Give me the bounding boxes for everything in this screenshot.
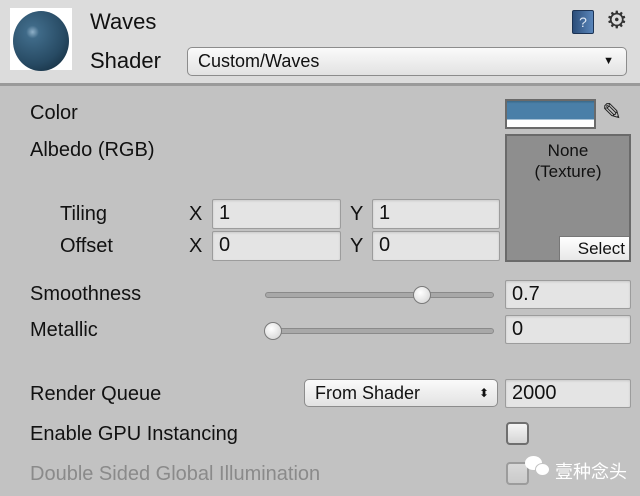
texture-type: (Texture)	[534, 162, 602, 181]
updown-arrows-icon: ⬍	[478, 386, 489, 400]
render-queue-input[interactable]: 2000	[505, 379, 631, 408]
metallic-slider-track[interactable]	[265, 328, 494, 334]
shader-value: Custom/Waves	[198, 51, 320, 71]
chevron-down-icon: ▼	[603, 55, 614, 67]
shader-dropdown[interactable]: Custom/Waves ▼	[187, 47, 627, 76]
offset-x-label: X	[189, 235, 203, 257]
help-book-icon[interactable]: ?	[572, 10, 594, 34]
gpu-instancing-label: Enable GPU Instancing	[30, 423, 238, 445]
tiling-y-input[interactable]: 1	[372, 199, 500, 229]
texture-none: None	[547, 141, 589, 160]
offset-y-label: Y	[350, 235, 364, 257]
albedo-texture-slot[interactable]: None (Texture) Select	[505, 134, 631, 262]
color-swatch[interactable]	[505, 99, 596, 129]
tiling-y-label: Y	[350, 203, 364, 225]
metallic-input[interactable]: 0	[505, 315, 631, 344]
wechat-icon	[525, 456, 551, 478]
double-sided-gi-label: Double Sided Global Illumination	[30, 463, 321, 485]
material-name: Waves	[90, 9, 157, 34]
offset-label: Offset	[60, 235, 113, 257]
material-preview-sphere	[10, 8, 72, 71]
texture-select-button[interactable]: Select	[559, 236, 629, 260]
tiling-label: Tiling	[60, 203, 108, 225]
render-queue-label: Render Queue	[30, 383, 162, 405]
shader-label: Shader	[90, 48, 161, 73]
metallic-slider-thumb[interactable]	[264, 322, 282, 340]
gear-icon[interactable]: ⚙	[606, 6, 628, 35]
albedo-label: Albedo (RGB)	[30, 139, 155, 161]
color-label: Color	[30, 102, 78, 124]
metallic-label: Metallic	[30, 319, 98, 341]
tiling-x-label: X	[189, 203, 203, 225]
smoothness-input[interactable]: 0.7	[505, 280, 631, 309]
render-queue-mode: From Shader	[315, 383, 421, 403]
smoothness-label: Smoothness	[30, 283, 142, 305]
tiling-x-input[interactable]: 1	[212, 199, 341, 229]
offset-x-input[interactable]: 0	[212, 231, 341, 261]
watermark-text: 壹种念头	[555, 462, 627, 483]
smoothness-slider-track[interactable]	[265, 292, 494, 298]
render-queue-dropdown[interactable]: From Shader ⬍	[304, 379, 498, 407]
offset-y-input[interactable]: 0	[372, 231, 500, 261]
smoothness-slider-thumb[interactable]	[413, 286, 431, 304]
eyedropper-icon[interactable]: ✎	[602, 98, 622, 127]
gpu-instancing-checkbox[interactable]	[506, 422, 529, 445]
